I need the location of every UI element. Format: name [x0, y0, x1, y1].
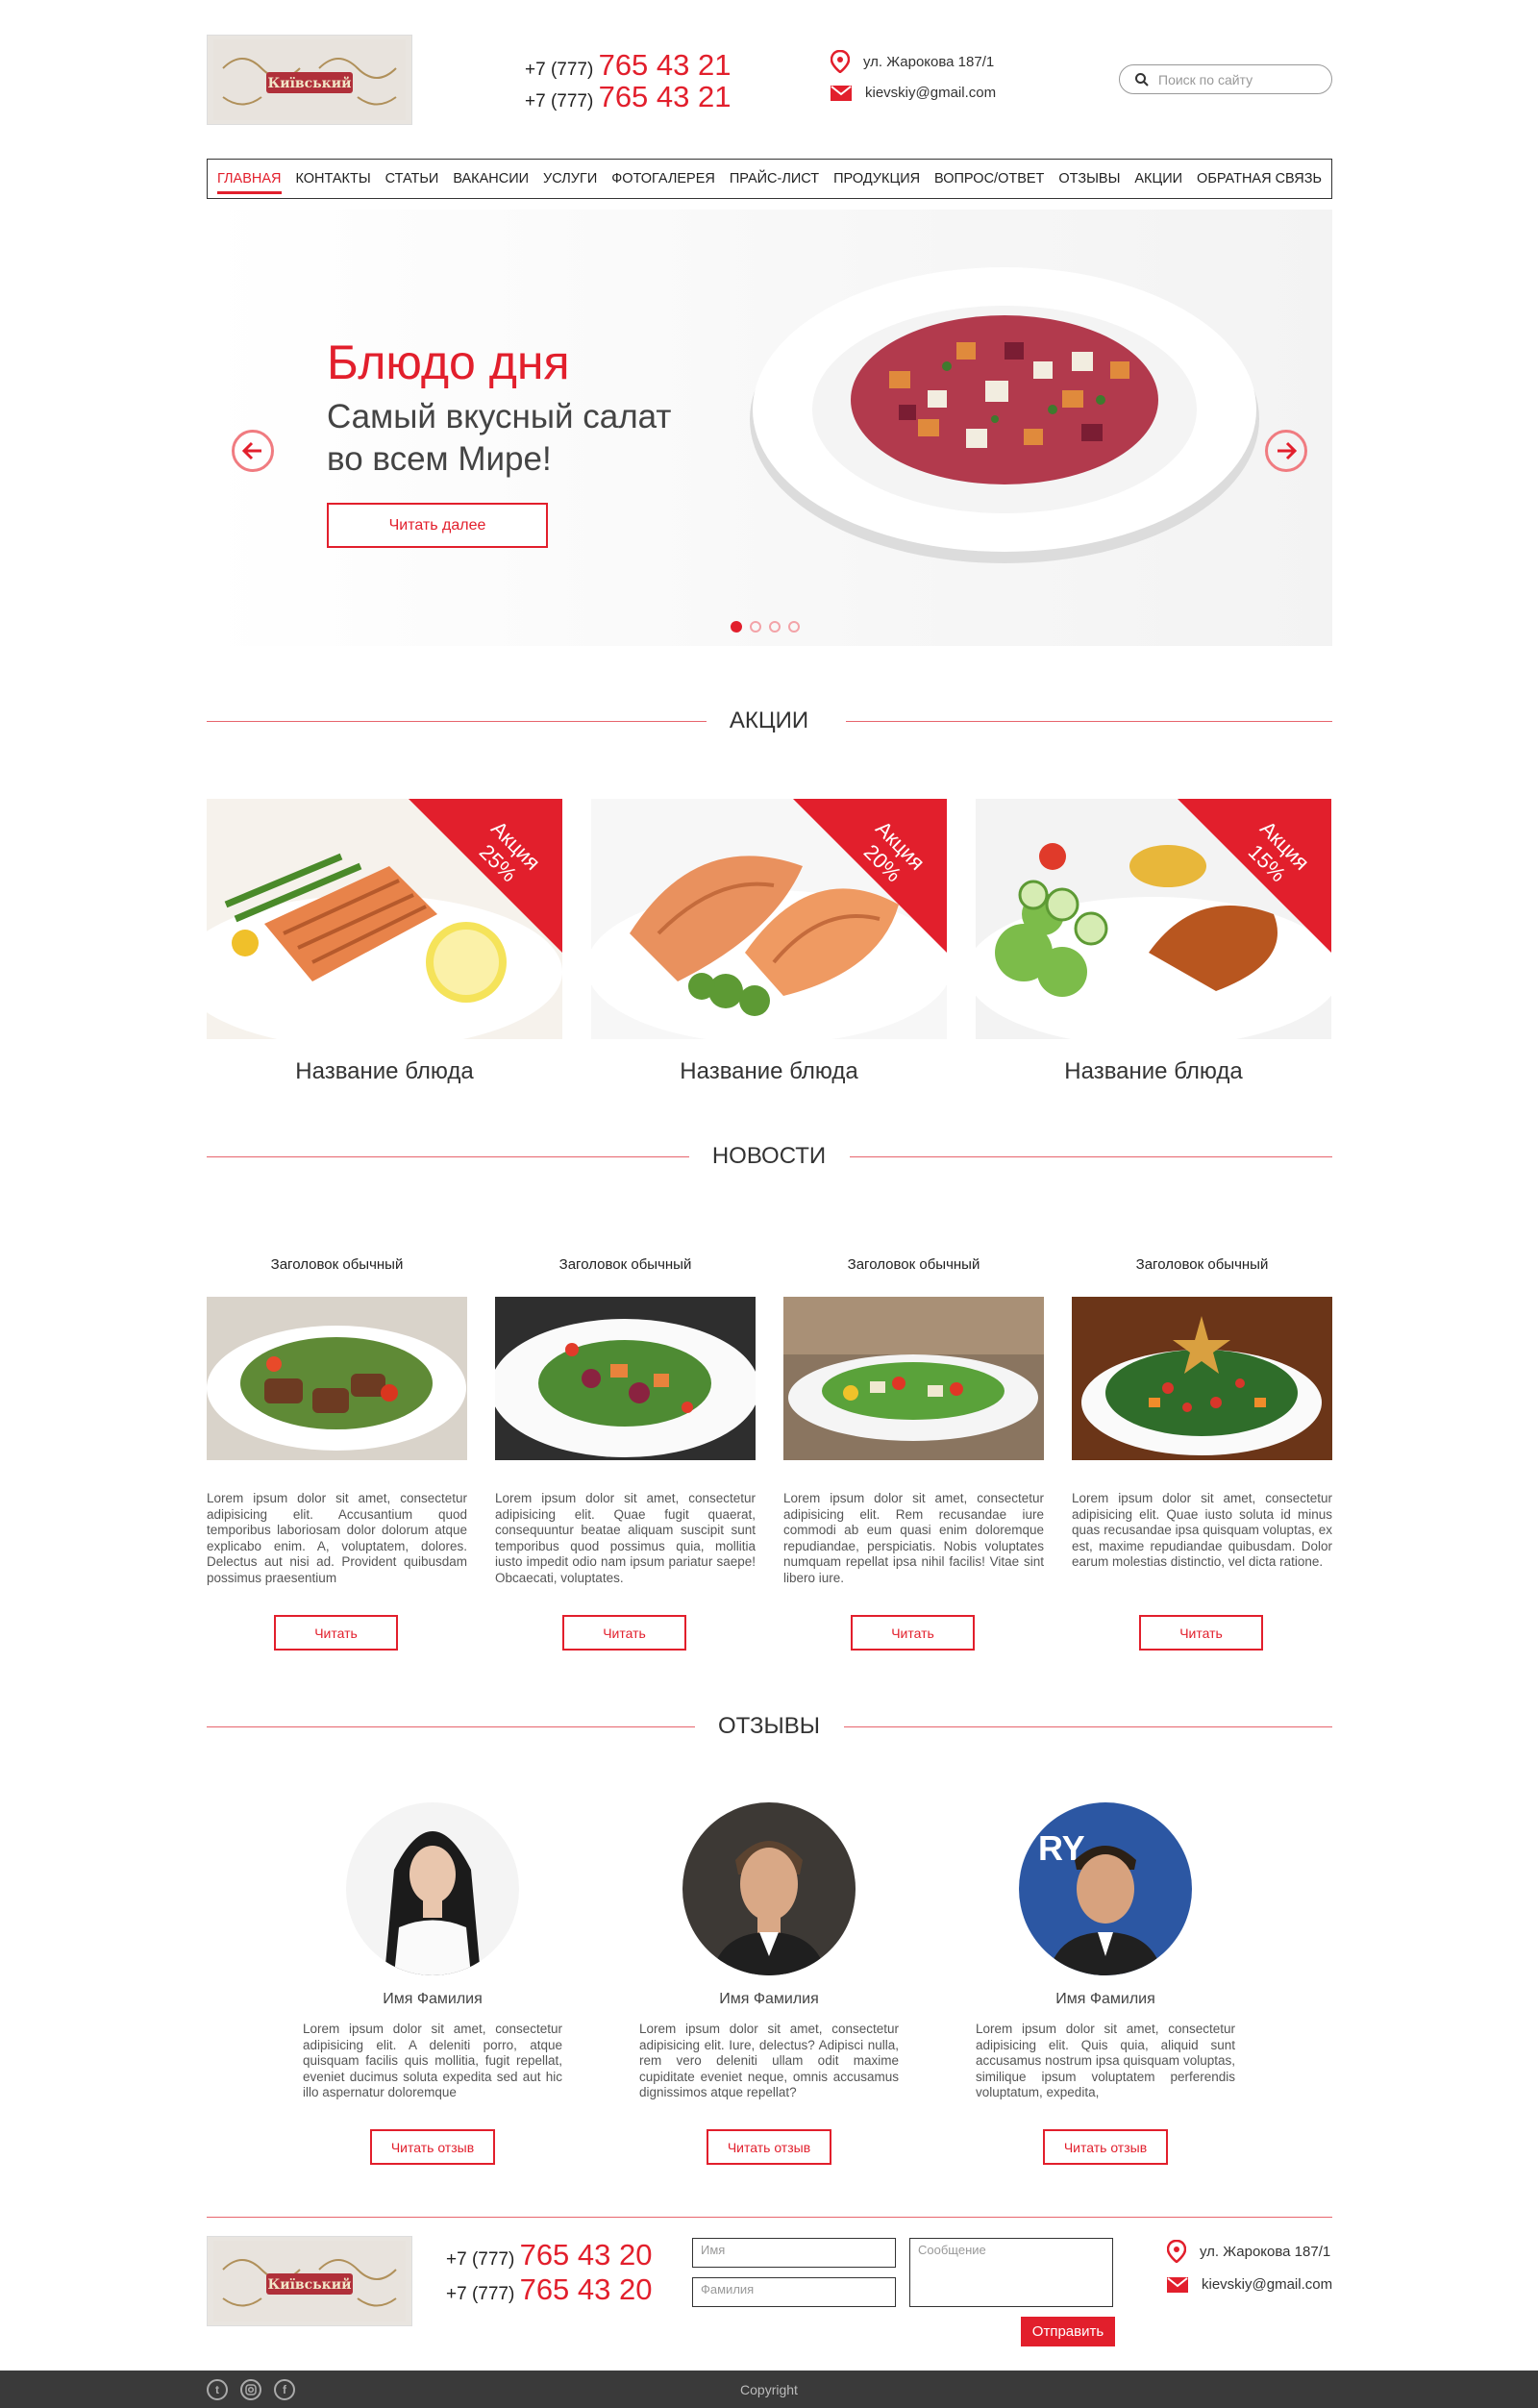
section-divider: [846, 721, 1332, 722]
promo-card-image[interactable]: Акция 15%: [976, 799, 1331, 1039]
news-read-button[interactable]: Читать: [562, 1615, 686, 1651]
section-divider: [850, 1156, 1332, 1157]
nav-item-gallery[interactable]: Фотогалерея: [611, 171, 715, 186]
bottom-bar: t f Copyright: [0, 2371, 1538, 2408]
reviews-section-title: Отзывы: [717, 1713, 821, 1739]
reviewer-name: Имя Фамилия: [1055, 1991, 1155, 2007]
nav-item-pricelist[interactable]: Прайс-лист: [730, 171, 819, 186]
promo-dish-name[interactable]: Название блюда: [591, 1058, 947, 1085]
svg-text:Київський: Київський: [267, 75, 351, 91]
header-email[interactable]: kievskiy@gmail.com: [831, 85, 996, 101]
slider-dot[interactable]: [750, 621, 761, 633]
review-excerpt: Lorem ipsum dolor sit amet, consectetur …: [303, 2022, 562, 2099]
logo-emblem: Київський: [213, 2241, 406, 2321]
slider-prev-arrow-icon[interactable]: [232, 430, 274, 472]
news-image[interactable]: [495, 1297, 756, 1460]
map-pin-icon: [1167, 2240, 1186, 2263]
svg-text:Київський: Київський: [267, 2276, 351, 2293]
main-nav: Главная Контакты Статьи Вакансии Услуги …: [207, 159, 1332, 199]
footer-message-field[interactable]: Сообщение: [909, 2238, 1113, 2307]
nav-item-products[interactable]: Продукция: [833, 171, 920, 186]
news-heading[interactable]: Заголовок обычный: [1072, 1256, 1332, 1273]
read-review-button[interactable]: Читать отзыв: [707, 2129, 831, 2165]
map-pin-icon: [831, 50, 850, 73]
footer-email[interactable]: kievskiy@gmail.com: [1167, 2276, 1332, 2293]
footer-logo[interactable]: Київський: [207, 2236, 412, 2326]
slider-dots: [731, 621, 800, 633]
mail-icon: [1167, 2276, 1188, 2293]
nav-item-home[interactable]: Главная: [217, 171, 282, 194]
hero-salad-image: [750, 267, 1259, 563]
nav-item-contacts[interactable]: Контакты: [295, 171, 370, 186]
footer-phone-2[interactable]: +7 (777) 765 43 20: [446, 2272, 653, 2307]
news-image[interactable]: [1072, 1297, 1332, 1460]
reviewer-name: Имя Фамилия: [383, 1991, 483, 2007]
search-input[interactable]: Поиск по сайту: [1119, 64, 1332, 94]
news-excerpt: Lorem ipsum dolor sit amet, consectetur …: [783, 1491, 1044, 1585]
hero-title: Блюдо дня: [327, 335, 570, 389]
news-read-button[interactable]: Читать: [851, 1615, 975, 1651]
footer-phone-1[interactable]: +7 (777) 765 43 20: [446, 2238, 653, 2272]
section-divider: [207, 721, 707, 722]
footer-divider: [207, 2217, 1332, 2218]
read-review-button[interactable]: Читать отзыв: [1043, 2129, 1168, 2165]
news-image[interactable]: [207, 1297, 467, 1460]
section-divider: [844, 1726, 1332, 1727]
header-phone-1[interactable]: +7 (777) 765 43 21: [525, 48, 732, 83]
footer-address: ул. Жарокова 187/1: [1167, 2240, 1330, 2263]
send-button[interactable]: Отправить: [1021, 2317, 1115, 2346]
slider-next-arrow-icon[interactable]: [1265, 430, 1307, 472]
reviewer-avatar: [346, 1802, 519, 1975]
reviewer-avatar: [682, 1802, 856, 1975]
news-excerpt: Lorem ipsum dolor sit amet, consectetur …: [1072, 1491, 1332, 1569]
search-icon: [1135, 72, 1149, 87]
promo-card-image[interactable]: Акция 25%: [207, 799, 562, 1039]
promo-card-image[interactable]: Акция 20%: [591, 799, 947, 1039]
news-heading[interactable]: Заголовок обычный: [783, 1256, 1044, 1273]
hero-read-more-button[interactable]: Читать далее: [327, 503, 548, 548]
promo-dish-name[interactable]: Название блюда: [207, 1058, 562, 1085]
site-logo[interactable]: Київський: [207, 35, 412, 125]
header-phone-2[interactable]: +7 (777) 765 43 21: [525, 80, 732, 114]
logo-emblem: Київський: [213, 39, 406, 120]
news-excerpt: Lorem ipsum dolor sit amet, consectetur …: [207, 1491, 467, 1585]
slider-dot[interactable]: [788, 621, 800, 633]
nav-item-faq[interactable]: Вопрос/ответ: [934, 171, 1044, 186]
news-heading[interactable]: Заголовок обычный: [207, 1256, 467, 1273]
news-read-button[interactable]: Читать: [274, 1615, 398, 1651]
nav-item-reviews[interactable]: Отзывы: [1058, 171, 1120, 186]
review-excerpt: Lorem ipsum dolor sit amet, consectetur …: [976, 2022, 1235, 2099]
reviewer-name: Имя Фамилия: [719, 1991, 819, 2007]
nav-item-services[interactable]: Услуги: [543, 171, 597, 186]
header-address: ул. Жарокова 187/1: [831, 50, 994, 73]
nav-item-articles[interactable]: Статьи: [385, 171, 439, 186]
mail-icon: [831, 85, 852, 101]
hero-subtitle: Самый вкусный салат во всем Мире!: [327, 398, 672, 478]
nav-item-feedback[interactable]: Обратная связь: [1197, 171, 1322, 186]
promos-section-title: Акции: [729, 708, 809, 733]
section-divider: [207, 1726, 695, 1727]
nav-item-vacancies[interactable]: Вакансии: [453, 171, 529, 186]
copyright-text: Copyright: [740, 2382, 798, 2397]
reviewer-avatar: RY: [1019, 1802, 1192, 1975]
read-review-button[interactable]: Читать отзыв: [370, 2129, 495, 2165]
footer-name-field[interactable]: Имя: [692, 2238, 896, 2268]
news-heading[interactable]: Заголовок обычный: [495, 1256, 756, 1273]
promo-dish-name[interactable]: Название блюда: [976, 1058, 1331, 1085]
slider-dot[interactable]: [731, 621, 742, 633]
news-read-button[interactable]: Читать: [1139, 1615, 1263, 1651]
review-excerpt: Lorem ipsum dolor sit amet, consectetur …: [639, 2022, 899, 2099]
news-excerpt: Lorem ipsum dolor sit amet, consectetur …: [495, 1491, 756, 1585]
section-divider: [207, 1156, 689, 1157]
news-section-title: Новости: [711, 1143, 827, 1169]
slider-dot[interactable]: [769, 621, 781, 633]
footer-surname-field[interactable]: Фамилия: [692, 2277, 896, 2307]
nav-item-promos[interactable]: Акции: [1134, 171, 1182, 186]
news-image[interactable]: [783, 1297, 1044, 1460]
hero-slider: Блюдо дня Самый вкусный салат во всем Ми…: [207, 210, 1332, 646]
